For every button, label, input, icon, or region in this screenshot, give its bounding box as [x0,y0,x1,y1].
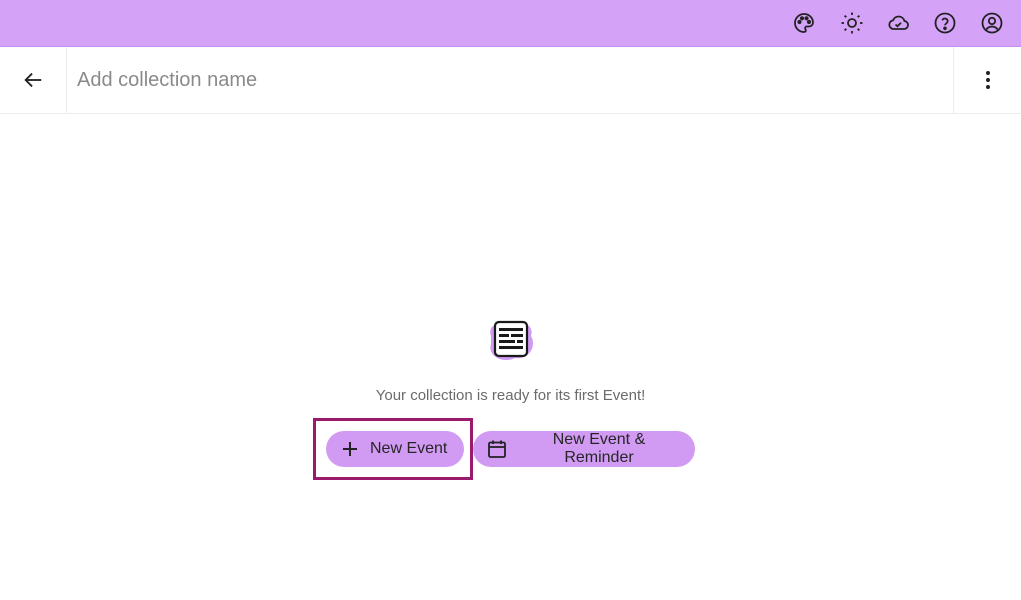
help-icon[interactable] [933,11,957,35]
plus-icon [340,439,360,459]
more-vert-icon [986,71,990,89]
palette-icon[interactable] [792,11,816,35]
new-event-button[interactable]: New Event [326,431,464,467]
cloud-check-icon[interactable] [886,11,910,35]
empty-state-message: Your collection is ready for its first E… [375,387,646,404]
new-event-reminder-label: New Event & Reminder [552,431,646,466]
account-icon[interactable] [980,11,1004,35]
collection-name-input[interactable] [67,47,947,113]
top-bar [0,0,1021,47]
back-button[interactable] [0,47,67,113]
more-options-button[interactable] [953,47,1021,113]
collection-header [0,47,1021,114]
empty-collection-illustration [485,318,537,362]
calendar-icon [487,439,507,459]
new-event-label: New Event [370,440,448,457]
sun-icon[interactable] [840,11,864,35]
arrow-left-icon [24,72,42,88]
new-event-reminder-button[interactable]: New Event & Reminder [473,431,695,467]
